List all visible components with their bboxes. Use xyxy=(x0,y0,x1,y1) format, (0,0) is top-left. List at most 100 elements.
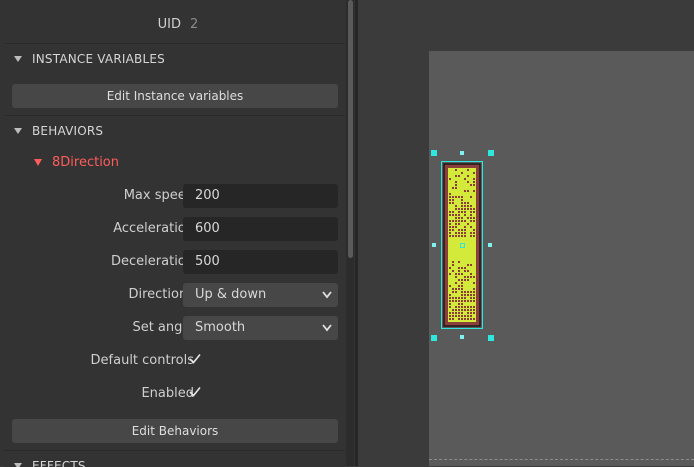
sprite-pixel xyxy=(455,223,457,225)
sprite-pixel xyxy=(449,273,451,275)
origin-point[interactable] xyxy=(460,243,465,248)
sprite-pixel xyxy=(455,282,457,284)
sprite-pixel xyxy=(452,297,454,299)
sprite-pixel xyxy=(473,291,475,293)
sprite-pixel xyxy=(449,294,451,296)
sprite-pixel xyxy=(455,217,457,219)
section-instance-variables[interactable]: INSTANCE VARIABLES xyxy=(4,43,345,76)
sprite-pixel xyxy=(461,309,463,311)
sprite-pixel xyxy=(464,279,466,281)
sprite-pixel xyxy=(452,226,454,228)
sprite-pixel xyxy=(461,172,463,174)
sprite-pixel xyxy=(467,223,469,225)
acceleration-input[interactable]: 600 xyxy=(183,217,338,241)
behavior-name[interactable]: 8Direction xyxy=(52,155,119,170)
sprite-pixel xyxy=(473,232,475,234)
chevron-down-icon xyxy=(322,324,332,332)
sprite-pixel xyxy=(473,220,475,222)
triangle-down-icon[interactable] xyxy=(14,128,22,134)
sprite-pixel xyxy=(461,285,463,287)
sprite-pixel xyxy=(461,279,463,281)
sprite-pixel xyxy=(452,261,454,263)
sprite-pixel xyxy=(449,267,451,269)
sprite-pixel xyxy=(461,315,463,317)
resize-handle-bottom-right[interactable] xyxy=(488,335,494,341)
edit-behaviors-button[interactable]: Edit Behaviors xyxy=(12,419,338,443)
sprite-pixel xyxy=(473,300,475,302)
sprite-pixel xyxy=(461,232,463,234)
resize-handle-bottom[interactable] xyxy=(460,335,464,339)
sprite-pixel xyxy=(467,217,469,219)
sprite-pixel xyxy=(473,282,475,284)
sprite-pixel xyxy=(455,196,457,198)
sprite-pixel xyxy=(473,208,475,210)
sprite-pixel xyxy=(455,276,457,278)
sprite-pixel xyxy=(470,318,472,320)
sprite-pixel xyxy=(473,172,475,174)
sprite-pixel xyxy=(449,211,451,213)
resize-handle-top-right[interactable] xyxy=(488,150,494,156)
sprite-pixel xyxy=(470,291,472,293)
section-behaviors[interactable]: BEHAVIORS xyxy=(4,115,345,148)
sprite-pixel xyxy=(455,226,457,228)
sprite-pixel xyxy=(467,300,469,302)
directions-select[interactable]: Up & down xyxy=(183,283,338,307)
sprite-pixel xyxy=(458,288,460,290)
deceleration-input[interactable]: 500 xyxy=(183,250,338,274)
sprite-pixel xyxy=(464,232,466,234)
sprite-pixel xyxy=(449,223,451,225)
sprite-pixel xyxy=(458,285,460,287)
sprite-pixel xyxy=(464,306,466,308)
set-angle-select[interactable]: Smooth xyxy=(183,316,338,340)
resize-handle-bottom-left[interactable] xyxy=(431,335,437,341)
sprite-pixel xyxy=(458,312,460,314)
sprite-pixel xyxy=(467,312,469,314)
sprite-pixel xyxy=(464,315,466,317)
sprite-pixel xyxy=(467,190,469,192)
chevron-down-icon xyxy=(322,291,332,299)
sprite-pixel xyxy=(464,205,466,207)
sprite-pixel xyxy=(449,220,451,222)
sprite-pixel xyxy=(467,270,469,272)
sprite-pixel xyxy=(467,276,469,278)
resize-handle-right[interactable] xyxy=(488,243,492,247)
sprite-pixel xyxy=(455,288,457,290)
sprite-pixel xyxy=(461,282,463,284)
edit-instance-variables-button[interactable]: Edit Instance variables xyxy=(12,84,338,108)
resize-handle-top-left[interactable] xyxy=(431,150,437,156)
sprite-pixel xyxy=(467,306,469,308)
sprite-pixel xyxy=(473,306,475,308)
sprite-pixel xyxy=(470,306,472,308)
enabled-checkbox[interactable] xyxy=(187,384,203,400)
triangle-down-icon[interactable] xyxy=(34,159,42,166)
directions-value: Up & down xyxy=(195,287,267,302)
sprite-pixel xyxy=(458,279,460,281)
sprite-pixel xyxy=(455,315,457,317)
sprite-pixel xyxy=(452,214,454,216)
sprite-pixel xyxy=(449,312,451,314)
sprite-pixel xyxy=(464,276,466,278)
sprite-pixel xyxy=(473,190,475,192)
sprite-pixel xyxy=(461,297,463,299)
sprite-pixel xyxy=(464,267,466,269)
default-controls-checkbox[interactable] xyxy=(187,351,203,367)
triangle-down-icon[interactable] xyxy=(14,463,22,467)
scrollbar-thumb[interactable] xyxy=(348,0,353,258)
sprite-pixel xyxy=(473,294,475,296)
max-speed-input[interactable]: 200 xyxy=(183,184,338,208)
sprite-pixel xyxy=(461,291,463,293)
sprite-pixel xyxy=(458,273,460,275)
sprite-pixel xyxy=(455,181,457,183)
sprite-pixel xyxy=(455,291,457,293)
sprite-pixel xyxy=(467,181,469,183)
sprite-pixel xyxy=(464,229,466,231)
sprite-pixel xyxy=(452,229,454,231)
resize-handle-top[interactable] xyxy=(460,151,464,155)
sprite-pixel xyxy=(452,291,454,293)
triangle-down-icon[interactable] xyxy=(14,56,22,62)
sprite-pixel xyxy=(452,187,454,189)
sprite-pixel xyxy=(470,208,472,210)
resize-handle-left[interactable] xyxy=(432,243,436,247)
sprite-pixel xyxy=(455,205,457,207)
section-effects[interactable]: EFFECTS xyxy=(4,450,345,467)
